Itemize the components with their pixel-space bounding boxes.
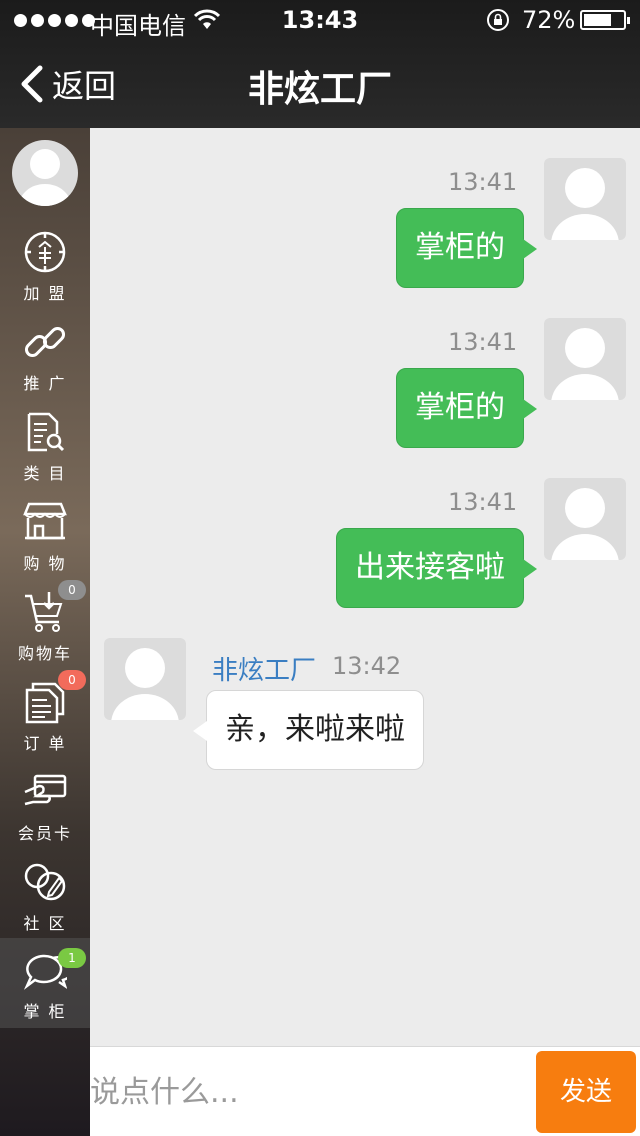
sidebar-item-community[interactable]: 社 区 <box>0 860 90 950</box>
sidebar-item-shopping[interactable]: 购 物 <box>0 500 90 590</box>
sidebar-item-label: 购 物 <box>23 554 67 573</box>
send-button[interactable]: 发送 <box>536 1051 636 1133</box>
outgoing-message-bubble[interactable]: 掌柜的 <box>396 208 537 288</box>
chat-message-list[interactable]: 13:41 掌柜的 13:41 掌柜的 13:41 出来接客啦 非炫工厂 13:… <box>90 128 640 1046</box>
battery-percent: 72% <box>522 6 576 34</box>
community-icon <box>24 863 66 901</box>
my-avatar <box>544 318 626 400</box>
document-search-icon <box>27 412 65 452</box>
message-time: 13:41 <box>448 328 518 356</box>
my-avatar <box>544 158 626 240</box>
sidebar-item-member-card[interactable]: 会员卡 <box>0 770 90 860</box>
outgoing-message-bubble[interactable]: 出来接客啦 <box>336 528 537 608</box>
person-icon <box>19 149 71 206</box>
sidebar-item-label: 加 盟 <box>23 284 67 303</box>
shopkeeper-message-badge: 1 <box>58 948 86 968</box>
sidebar-item-label: 掌 柜 <box>23 1002 67 1021</box>
sidebar-item-label: 推 广 <box>23 374 67 393</box>
message-input-bar: 发送 <box>90 1046 640 1136</box>
incoming-message-bubble[interactable]: 亲，来啦来啦 <box>193 690 424 770</box>
storefront-icon <box>23 502 67 540</box>
sidebar-item-promote[interactable]: 推 广 <box>0 320 90 410</box>
rotation-lock-icon <box>487 9 509 31</box>
message-time: 13:41 <box>448 168 518 196</box>
message-input[interactable] <box>90 1067 520 1117</box>
sidebar-item-category[interactable]: 类 目 <box>0 410 90 500</box>
sidebar-item-label: 购物车 <box>17 644 72 663</box>
person-icon <box>551 488 619 560</box>
sidebar-item-label: 订 单 <box>23 734 67 753</box>
sidebar-item-label: 会员卡 <box>17 824 72 843</box>
sidebar-item-label: 类 目 <box>23 464 67 483</box>
sidebar-item-shopkeeper[interactable]: 1 掌 柜 <box>0 938 90 1028</box>
sender-name: 非炫工厂 <box>212 656 317 686</box>
sidebar-item-cart[interactable]: 0 购物车 <box>0 580 90 680</box>
cart-count-badge: 0 <box>58 580 86 600</box>
orders-count-badge: 0 <box>58 670 86 690</box>
top-bar: 中国电信 13:43 72% 返回 非炫工厂 <box>0 0 640 128</box>
shop-avatar[interactable] <box>104 638 186 720</box>
person-icon <box>551 328 619 400</box>
sidebar: 加 盟 推 广 类 目 购 物 0 购物车 0 订 单 会员卡 社 区 1 掌 … <box>0 128 90 1136</box>
page-title: 非炫工厂 <box>247 69 392 110</box>
coin-circle-icon <box>24 231 66 273</box>
link-icon <box>24 326 66 358</box>
sidebar-item-label: 社 区 <box>23 914 67 933</box>
sidebar-item-orders[interactable]: 0 订 单 <box>0 670 90 770</box>
outgoing-message-bubble[interactable]: 掌柜的 <box>396 368 537 448</box>
person-icon <box>111 648 179 720</box>
status-bar: 中国电信 13:43 72% <box>0 0 640 40</box>
person-icon <box>551 168 619 240</box>
battery-icon <box>580 10 630 30</box>
member-card-icon <box>24 774 67 806</box>
sidebar-item-join[interactable]: 加 盟 <box>0 230 90 320</box>
user-avatar[interactable] <box>12 140 78 206</box>
message-time: 13:41 <box>448 488 518 516</box>
message-time: 13:42 <box>332 652 402 680</box>
my-avatar <box>544 478 626 560</box>
